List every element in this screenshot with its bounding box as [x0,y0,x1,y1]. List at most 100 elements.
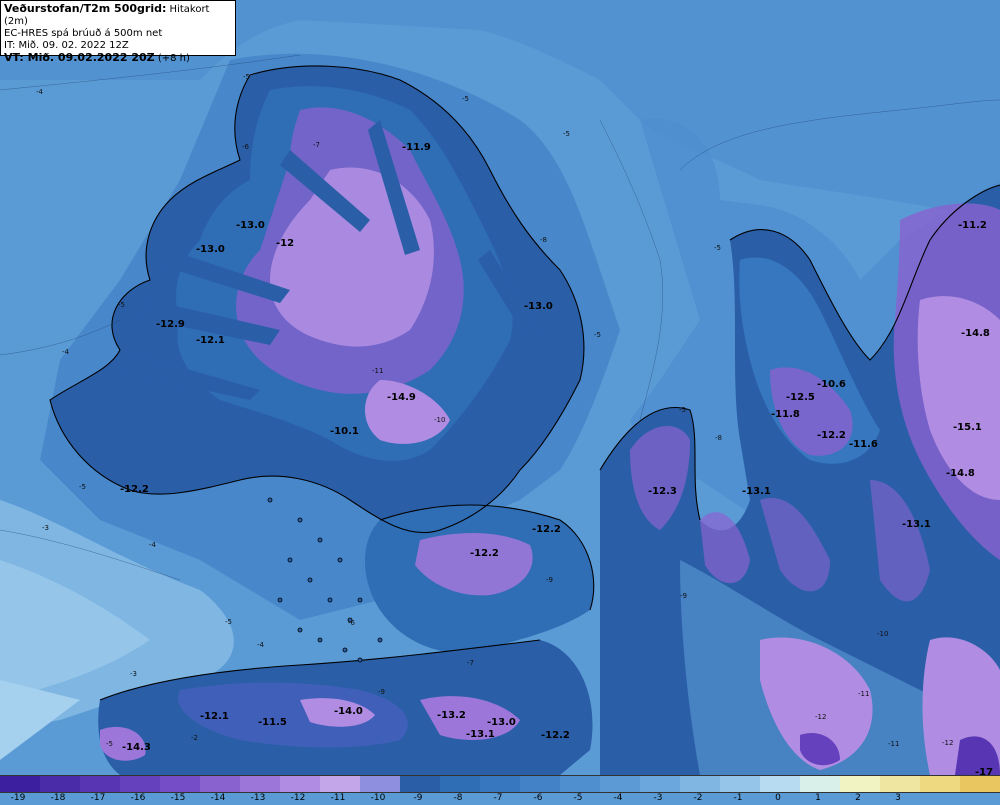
contour-label: -11 [372,367,384,375]
colorbar-tick-label: -19 [10,793,26,803]
contour-label: -5 [714,244,721,252]
temperature-value-label: -14.8 [946,468,975,479]
colorbar-tick-label: 3 [895,793,901,803]
temperature-value-label: -12.2 [817,430,846,441]
temperature-value-label: -13.1 [466,729,495,740]
temperature-value-label: -11.8 [771,409,800,420]
contour-label: -4 [149,541,156,549]
contour-label: -5 [594,331,601,339]
colorbar-tick-label: -12 [290,793,306,803]
contour-label: -3 [130,670,137,678]
contour-label: -8 [540,236,547,244]
colorbar-segment [40,776,80,792]
temperature-value-label: -13.0 [524,301,553,312]
colorbar-segment [880,776,920,792]
colorbar-tick-label: -8 [453,793,463,803]
colorbar-tick-label: 2 [855,793,861,803]
colorbar-tick-label: -14 [210,793,226,803]
lead-time: (+8 h) [157,53,190,64]
temperature-value-label: -12.2 [541,730,570,741]
colorbar-tick-label: -18 [50,793,66,803]
contour-label: -9 [378,688,385,696]
temperature-value-label: -14.9 [387,392,416,403]
temperature-value-label: -12.1 [196,335,225,346]
contour-label: -4 [62,348,69,356]
temperature-value-label: -14.0 [334,706,363,717]
colorbar-tick-label: 1 [815,793,821,803]
colorbar-tick-label: -1 [733,793,743,803]
valid-time: VT: Mið. 09.02.2022 20Z [4,51,155,64]
contour-label: -11 [888,740,900,748]
colorbar-segment [320,776,360,792]
temperature-value-label: -13.1 [742,486,771,497]
colorbar-tick-label: -5 [573,793,583,803]
temperature-value-label: -12.2 [470,548,499,559]
temperature-value-label: -12.5 [786,392,815,403]
contour-label: -2 [191,734,198,742]
contour-label: -5 [225,618,232,626]
colorbar-segment [800,776,840,792]
colorbar-segment [400,776,440,792]
colorbar-segment [760,776,800,792]
temperature-value-label: -13.2 [437,710,466,721]
temperature-value-label: -12.2 [120,484,149,495]
temperature-value-label: -15.1 [953,422,982,433]
model-info: EC-HRES spá brúuð á 500m net [4,28,163,39]
temperature-value-label: -11.6 [849,439,878,450]
contour-label: -10 [877,630,889,638]
colorbar-segment [920,776,960,792]
colorbar-segment [240,776,280,792]
temperature-value-label: -13.0 [236,220,265,231]
contour-label: -5 [79,483,86,491]
colorbar-tick-label: -15 [170,793,186,803]
contour-label: -5 [106,740,113,748]
colorbar-tick-label: -11 [330,793,346,803]
colorbar-segment [120,776,160,792]
colorbar-segment [680,776,720,792]
colorbar-tick-label: -3 [653,793,663,803]
colorbar-segment [560,776,600,792]
colorbar-segment [480,776,520,792]
contour-label: -4 [36,88,43,96]
contour-label: -3 [42,524,49,532]
colorbar-segment [840,776,880,792]
colorbar-segment [720,776,760,792]
map-title: Veðurstofan/T2m 500grid: [4,2,167,15]
contour-label: -6 [242,143,249,151]
colorbar-segment [520,776,560,792]
temperature-value-label: -12.2 [532,524,561,535]
colorbar-segment [640,776,680,792]
temperature-value-label: -13.0 [196,244,225,255]
contour-label: -9 [546,576,553,584]
colorbar-tick-label: -13 [250,793,266,803]
temperature-value-label: -10.1 [330,426,359,437]
temperature-value-label: -11.2 [958,220,987,231]
contour-label: -5 [462,95,469,103]
colorbar-tick-label: -4 [613,793,623,803]
colorbar-tick-label: -9 [413,793,423,803]
colorbar-segment [280,776,320,792]
colorbar-tick-label: -17 [90,793,106,803]
colorbar-segment [80,776,120,792]
temperature-value-label: -11.5 [258,717,287,728]
temperature-value-label: -13.0 [487,717,516,728]
contour-label: -12 [815,713,827,721]
temperature-value-label: -10.6 [817,379,846,390]
contour-label: -5 [118,301,125,309]
temperature-value-label: -12.1 [200,711,229,722]
contour-label: -5 [679,406,686,414]
temperature-value-label: -12.9 [156,319,185,330]
temperature-value-label: -11.9 [402,142,431,153]
contour-label: -12 [942,739,954,747]
colorbar-segment [360,776,400,792]
contour-label: -7 [313,141,320,149]
temperature-colorbar [0,775,1000,793]
temperature-value-label: -14.8 [961,328,990,339]
temperature-value-label: -12.3 [648,486,677,497]
colorbar-segment [160,776,200,792]
contour-label: -7 [467,659,474,667]
contour-label: -11 [858,690,870,698]
colorbar-tick-label: -6 [533,793,543,803]
colorbar-tick-label: 0 [775,793,781,803]
colorbar-tick-label: -2 [693,793,703,803]
